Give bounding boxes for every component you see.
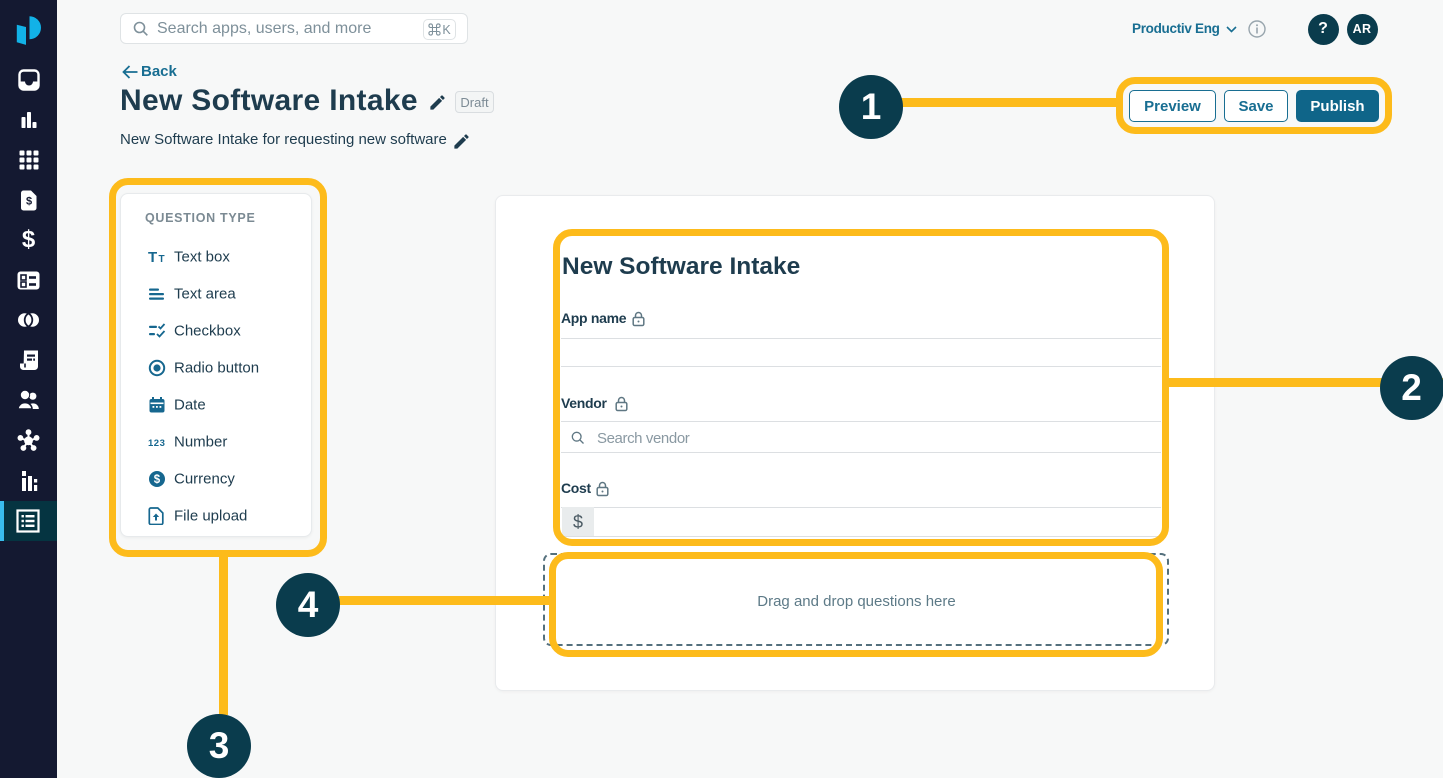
svg-text:$: $ bbox=[25, 196, 31, 208]
